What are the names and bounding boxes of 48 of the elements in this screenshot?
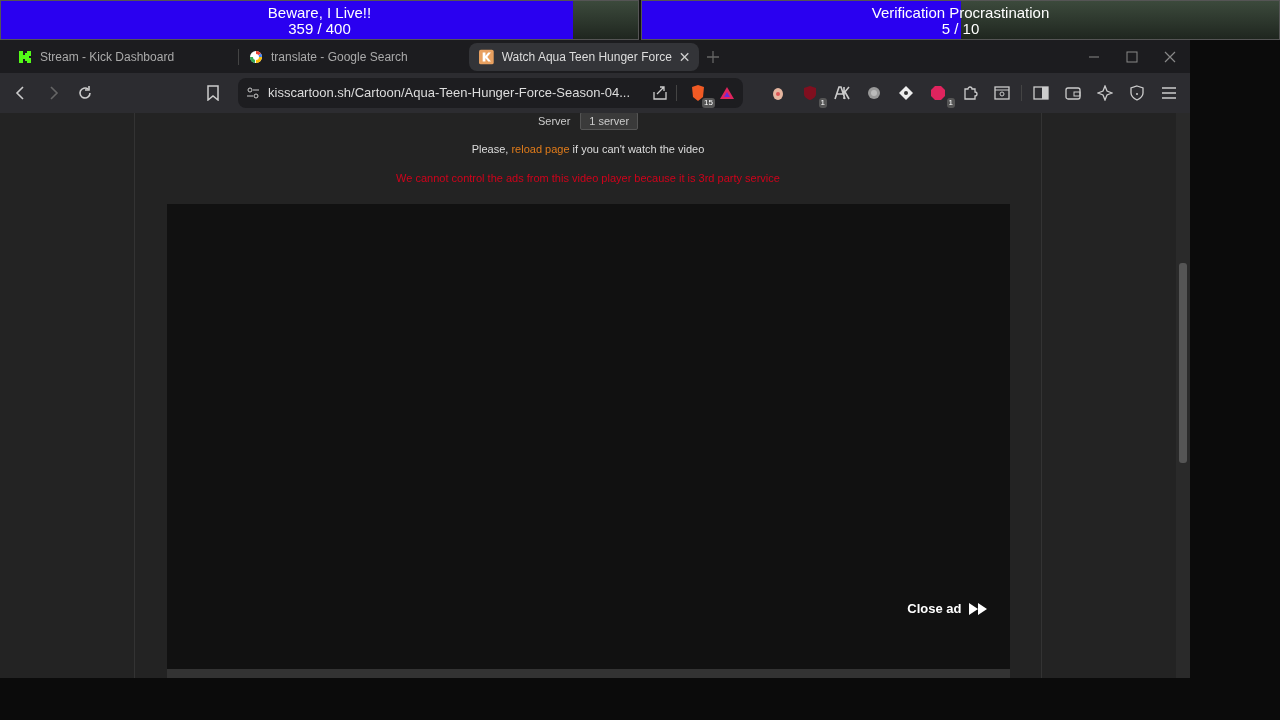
egg-icon[interactable] <box>770 85 786 101</box>
browser-tab[interactable]: Watch Aqua Teen Hunger Force <box>469 42 699 71</box>
meter-reading: 5 / 10 <box>940 21 981 37</box>
server-select[interactable]: 1 server <box>580 113 639 131</box>
sparkle-icon[interactable] <box>1097 85 1113 101</box>
url-text: kisscartoon.sh/Cartoon/Aqua-Teen-Hunger-Force-Season-04... <box>268 84 631 103</box>
letters-icon[interactable] <box>834 85 850 101</box>
extensions-icon[interactable] <box>962 85 978 101</box>
maximize-icon[interactable] <box>1126 50 1138 63</box>
wallet-icon[interactable] <box>1065 85 1081 101</box>
server-label: Server <box>537 113 571 129</box>
ads-warning: We cannot control the ads from this video player because it is 3rd party service <box>396 170 780 186</box>
lion-shield-icon[interactable] <box>690 84 706 102</box>
scrollbar[interactable] <box>1176 113 1190 678</box>
horizontal-scrollbar[interactable] <box>166 669 1010 678</box>
meter-title: Beware, I Live!! <box>266 5 373 21</box>
reload-notice: Please, reload page if you can't watch the video <box>471 142 705 157</box>
menu-icon[interactable] <box>1161 85 1177 101</box>
meter-reading: 359 / 400 <box>287 21 352 37</box>
browser-tab[interactable]: Stream - Kick Dashboard <box>8 42 238 71</box>
badge-count: 1 <box>946 98 955 108</box>
badge-count: 15 <box>702 98 715 108</box>
reload-icon[interactable] <box>77 85 93 101</box>
window-icon[interactable] <box>994 85 1010 101</box>
diamond-icon[interactable] <box>898 85 914 101</box>
triangle-icon[interactable] <box>719 85 735 101</box>
tab-title: Watch Aqua Teen Hunger Force <box>501 48 672 66</box>
new-tab-icon[interactable] <box>707 50 719 63</box>
tab-title: translate - Google Search <box>271 48 408 66</box>
share-icon[interactable] <box>652 85 668 101</box>
fast-forward-icon <box>967 601 988 616</box>
sidebar-icon[interactable] <box>1033 85 1049 101</box>
vpn-shield-icon[interactable] <box>1129 85 1145 101</box>
address-bar[interactable]: kisscartoon.sh/Cartoon/Aqua-Teen-Hunger-Force-Season-04... 15 <box>238 78 743 108</box>
close-ad-button[interactable]: Close ad <box>907 599 988 619</box>
circle-icon[interactable] <box>866 85 882 101</box>
reload-link[interactable]: reload page <box>511 143 570 155</box>
bookmark-icon[interactable] <box>206 85 220 101</box>
k-logo-icon <box>479 48 494 65</box>
tab-title: Stream - Kick Dashboard <box>40 48 175 66</box>
close-icon[interactable] <box>679 51 689 62</box>
site-settings-icon <box>246 86 260 100</box>
close-icon[interactable] <box>1164 50 1176 63</box>
browser-tab[interactable]: translate - Google Search <box>239 42 469 71</box>
k-logo-icon <box>18 49 32 64</box>
octagon-icon[interactable] <box>930 85 946 101</box>
g-logo-icon <box>249 49 263 64</box>
badge-count: 1 <box>818 98 827 108</box>
